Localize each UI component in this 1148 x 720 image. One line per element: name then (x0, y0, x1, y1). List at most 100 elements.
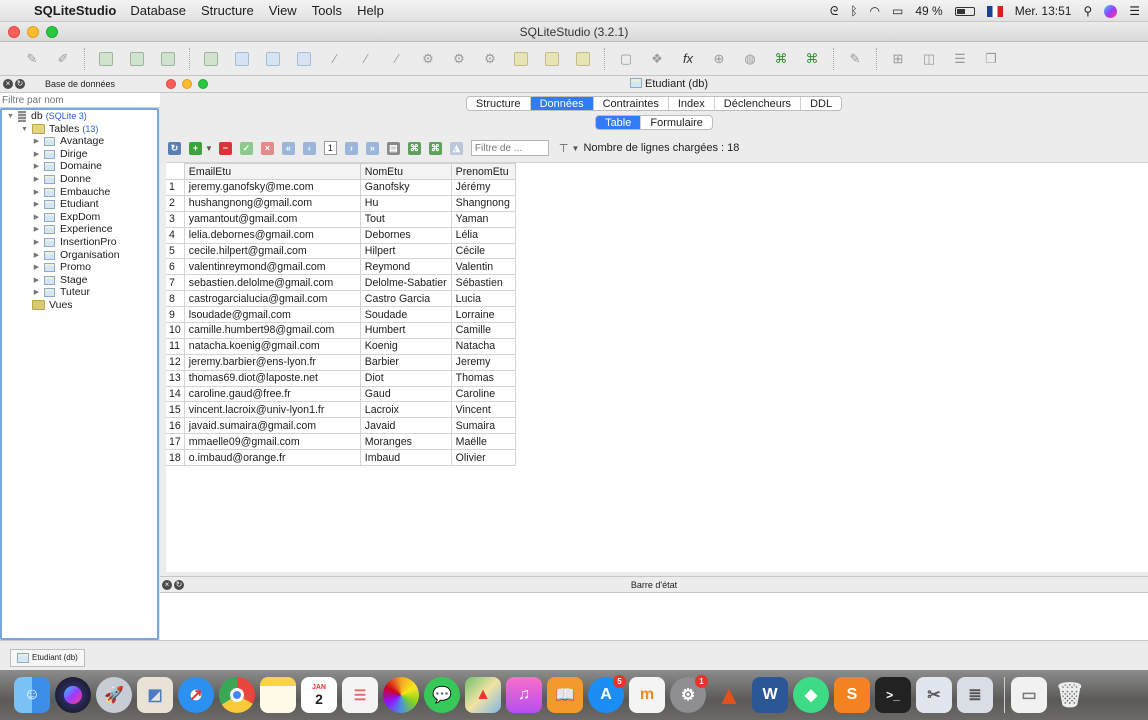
cell-nom[interactable]: Koenig (359, 337, 452, 355)
app-store-icon[interactable]: A5 (588, 675, 626, 713)
editor-close-button[interactable] (166, 79, 176, 89)
cell-email[interactable]: camille.humbert98@gmail.com (183, 322, 361, 339)
itunes-icon[interactable]: ♫ (506, 677, 542, 713)
notification-center-icon[interactable]: ☰ (1129, 4, 1140, 18)
cell-prenom[interactable]: Vincent (450, 401, 516, 419)
refresh-data-icon[interactable]: ↻ (168, 141, 181, 155)
preview-icon[interactable]: ◩ (137, 677, 173, 713)
tree-table-item[interactable]: ▶ Donne (2, 173, 157, 185)
filter-mode-icon[interactable]: ⊤ (559, 142, 569, 155)
table-row[interactable]: 8 castrogarcialucia@gmail.com Castro Garci… (166, 290, 516, 308)
battery-icon[interactable] (954, 6, 975, 16)
screenshot-icon[interactable]: ✂ (916, 677, 952, 713)
commit-icon[interactable]: ✓ (239, 141, 253, 155)
cell-nom[interactable]: Barbier (359, 353, 452, 371)
insert-row-icon[interactable]: + (189, 141, 202, 155)
airplay-icon[interactable]: ▭ (892, 4, 903, 18)
wifi-icon[interactable]: ◠ (870, 4, 880, 18)
photos-icon[interactable] (383, 677, 419, 713)
expand-triangle-icon[interactable]: ▶ (32, 287, 41, 298)
cell-nom[interactable]: Imbaud (359, 449, 452, 467)
table-row[interactable]: 4 lelia.debornes@gmail.com Debornes Lélia (166, 226, 516, 244)
cell-nom[interactable]: Hu (359, 194, 452, 212)
delete-table-icon[interactable] (263, 49, 283, 69)
expand-triangle-icon[interactable]: ▶ (32, 187, 41, 198)
table-row[interactable]: 2 hushangnong@gmail.com Hu Shangnong (166, 194, 516, 212)
cascade-windows-icon[interactable]: ❐ (981, 49, 1001, 69)
edit-trigger-icon[interactable]: ⚙ (449, 49, 469, 69)
menu-tools[interactable]: Tools (312, 3, 342, 18)
table-row[interactable]: 18 o.imbaud@orange.fr Imbaud Olivier (166, 449, 516, 467)
table-data-icon[interactable] (294, 49, 314, 69)
edit-db-icon[interactable] (127, 49, 147, 69)
cell-email[interactable]: javaid.sumaira@gmail.com (183, 417, 361, 435)
tree-table-item[interactable]: ▶ Organisation (2, 249, 157, 261)
column-header-prenom[interactable]: PrenomEtu (450, 163, 516, 180)
cell-prenom[interactable]: Yaman (450, 210, 516, 228)
expand-triangle-icon[interactable]: ▶ (32, 275, 41, 286)
reminders-icon[interactable]: ☰ (342, 677, 378, 713)
cell-email[interactable]: castrogarcialucia@gmail.com (183, 290, 361, 308)
table-row[interactable]: 15 vincent.lacroix@univ-lyon1.fr Lacroix Vi… (166, 401, 516, 419)
tree-tables-node[interactable]: ▼ Tables (13) (2, 123, 157, 135)
cell-nom[interactable]: Tout (359, 210, 452, 228)
tree-table-item[interactable]: ▶ Promo (2, 262, 157, 273)
rollback-icon[interactable]: × (260, 141, 274, 155)
cell-prenom[interactable]: Valentin (450, 258, 516, 276)
tree-table-item[interactable]: ▶ Experience (2, 224, 157, 235)
functions-icon[interactable]: fx (678, 49, 698, 69)
page-number[interactable]: 1 (323, 141, 337, 155)
expand-triangle-icon[interactable]: ▶ (32, 237, 41, 248)
expand-triangle-icon[interactable]: ▶ (32, 262, 41, 273)
tile-horizontal-icon[interactable]: ◫ (919, 49, 939, 69)
cell-prenom[interactable]: Thomas (450, 369, 516, 387)
table-row[interactable]: 11 natacha.koenig@gmail.com Koenig Natacha (166, 337, 516, 355)
cell-nom[interactable]: Hilpert (359, 242, 452, 260)
cell-prenom[interactable]: Sébastien (450, 274, 516, 292)
tile-windows-icon[interactable]: ⊞ (888, 49, 908, 69)
edit-index-icon[interactable]: ∕ (356, 49, 376, 69)
tree-table-item[interactable]: ▶ Dirige (2, 148, 157, 160)
sql-editor-icon[interactable]: ▢ (616, 49, 636, 69)
status-float-icon[interactable]: ↻ (174, 580, 184, 590)
connect-db-icon[interactable]: ✎ (22, 49, 42, 69)
messages-icon[interactable]: 💬 (424, 677, 460, 713)
word-icon[interactable]: W (752, 677, 788, 713)
filter-mode-dropdown-icon[interactable]: ▼ (572, 144, 580, 153)
cell-nom[interactable]: Moranges (359, 433, 452, 451)
tree-table-item[interactable]: ▶ Etudiant (2, 199, 157, 210)
new-trigger-icon[interactable]: ⚙ (418, 49, 438, 69)
config-icon[interactable]: ✎ (845, 49, 865, 69)
matlab-icon[interactable]: ▲ (711, 677, 747, 713)
sublime-text-icon[interactable]: S (834, 677, 870, 713)
new-table-icon[interactable] (201, 49, 221, 69)
import-icon[interactable]: ⌘ (771, 49, 791, 69)
cell-prenom[interactable]: Natacha (450, 337, 516, 355)
tree-table-item[interactable]: ▶ Embauche (2, 186, 157, 198)
export-icon[interactable]: ⌘ (802, 49, 822, 69)
cell-prenom[interactable]: Camille (450, 322, 516, 339)
tile-vertical-icon[interactable]: ☰ (950, 49, 970, 69)
table-row[interactable]: 16 javaid.sumaira@gmail.com Javaid Sumaira (166, 417, 516, 435)
spotlight-icon[interactable]: ⚲ (1083, 4, 1092, 18)
add-db-icon[interactable] (96, 49, 116, 69)
tree-table-item[interactable]: ▶ InsertionPro (2, 236, 157, 248)
edit-view-icon[interactable] (542, 49, 562, 69)
system-preferences-icon[interactable]: ⚙ 1 (670, 675, 708, 713)
subtab-table[interactable]: Table (596, 115, 642, 129)
input-source-flag-icon[interactable] (986, 5, 1003, 17)
cell-email[interactable]: o.imbaud@orange.fr (183, 449, 361, 467)
cell-prenom[interactable]: Jeremy (450, 353, 516, 371)
column-header-nom[interactable]: NomEtu (359, 163, 452, 180)
safari-icon[interactable]: ↗ (178, 677, 214, 713)
cell-nom[interactable]: Ganofsky (359, 179, 452, 196)
tab-constraints[interactable]: Contraintes (594, 96, 669, 110)
cell-email[interactable]: caroline.gaud@free.fr (183, 385, 361, 403)
cell-prenom[interactable]: Maëlle (450, 433, 516, 451)
table-row[interactable]: 17 mmaelle09@gmail.com Moranges Maëlle (166, 433, 516, 451)
table-row[interactable]: 10 camille.humbert98@gmail.com Humbert Cami… (166, 322, 516, 339)
delete-index-icon[interactable]: ∕ (387, 49, 407, 69)
menu-structure[interactable]: Structure (201, 3, 254, 18)
sqlitestudio-dock-icon[interactable]: ≣ (957, 677, 993, 713)
table-row[interactable]: 5 cecile.hilpert@gmail.com Hilpert Cécile (166, 242, 516, 260)
